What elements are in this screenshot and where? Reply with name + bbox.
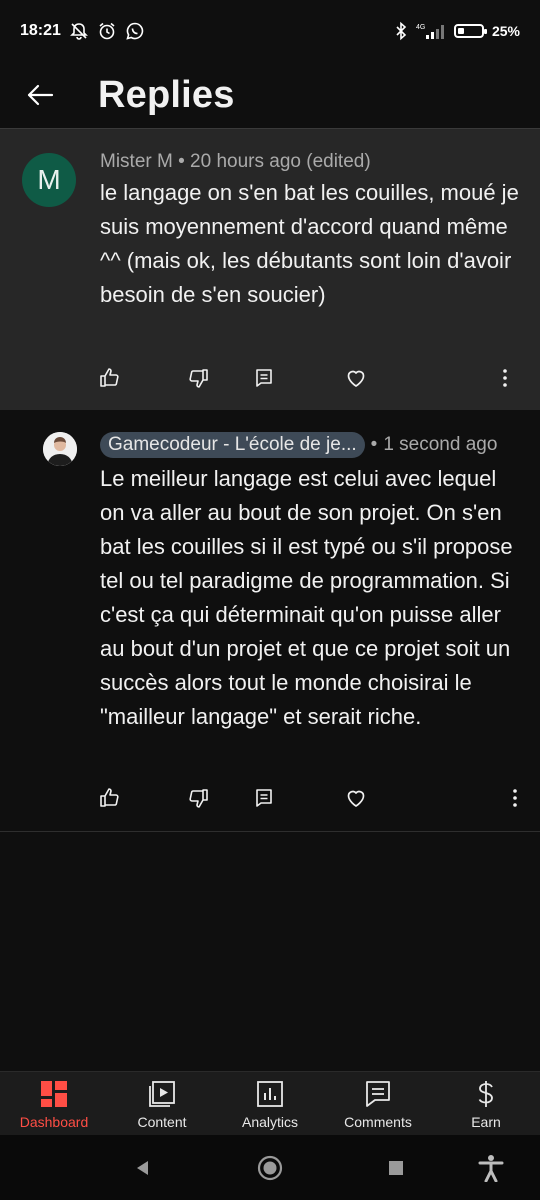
meta-separator: • (178, 151, 185, 172)
status-bar: 18:21 4G 25% (0, 0, 540, 62)
status-left: 18:21 (20, 21, 145, 41)
nav-label: Dashboard (19, 1114, 89, 1130)
reply-comment: Gamecodeur - L'école de je... • 1 second… (0, 411, 540, 831)
bottom-nav: Dashboard Content Analytics Comments Ear… (0, 1071, 540, 1136)
nav-label: Content (137, 1114, 187, 1130)
nav-analytics[interactable]: Analytics (216, 1072, 324, 1136)
reply-icon (256, 369, 272, 387)
alarm-icon (97, 21, 117, 41)
accessibility-icon (478, 1155, 504, 1182)
system-home-button[interactable] (255, 1153, 285, 1183)
system-nav-bar (0, 1135, 540, 1200)
reply-button[interactable] (251, 365, 277, 391)
notifications-off-icon (69, 21, 89, 41)
whatsapp-icon (125, 21, 145, 41)
nav-label: Earn (471, 1114, 501, 1130)
app-header: Replies (0, 62, 540, 128)
avatar[interactable]: M (22, 153, 76, 207)
avatar-photo (43, 432, 77, 466)
more-vertical-icon (503, 369, 507, 387)
meta-separator: • (370, 434, 378, 455)
system-recents-button[interactable] (381, 1153, 411, 1183)
content-icon (149, 1081, 175, 1107)
nav-dashboard[interactable]: Dashboard (0, 1072, 108, 1136)
heart-icon (347, 790, 365, 807)
thumbs-down-icon (189, 789, 208, 808)
nav-earn[interactable]: Earn (432, 1072, 540, 1136)
dislike-button[interactable] (185, 365, 211, 391)
parent-comment: M Mister M • 20 hours ago (edited) le la… (0, 129, 540, 410)
dashboard-icon (41, 1081, 67, 1107)
comment-text: Le meilleur langage est celui avec leque… (100, 466, 513, 729)
triangle-back-icon (137, 1161, 148, 1175)
battery-percent: 25% (491, 23, 520, 39)
like-button[interactable] (97, 785, 123, 811)
like-button[interactable] (97, 365, 123, 391)
reply-button[interactable] (251, 785, 277, 811)
earn-icon (478, 1081, 493, 1107)
thumbs-up-icon (100, 788, 119, 807)
nav-label: Analytics (241, 1114, 299, 1130)
square-recents-icon (389, 1161, 403, 1175)
analytics-icon (257, 1081, 283, 1107)
accessibility-button[interactable] (476, 1153, 506, 1183)
comment-divider (0, 831, 540, 832)
heart-icon (347, 370, 365, 387)
network-label: 4G (416, 24, 425, 31)
comment-author-chip[interactable]: Gamecodeur - L'école de je... (100, 432, 365, 458)
comment-time: 1 second ago (383, 434, 498, 455)
status-right: 4G 25% (394, 21, 520, 41)
nav-comments[interactable]: Comments (324, 1072, 432, 1136)
more-options-button[interactable] (502, 785, 528, 811)
dislike-button[interactable] (185, 785, 211, 811)
comment-meta: Gamecodeur - L'école de je... • 1 second… (100, 432, 497, 458)
avatar[interactable] (43, 432, 77, 466)
more-options-button[interactable] (492, 365, 518, 391)
signal-icon: 4G (416, 21, 446, 41)
comment-meta: Mister M • 20 hours ago (edited) (100, 151, 371, 173)
comment-actions (0, 361, 540, 395)
system-back-button[interactable] (128, 1153, 158, 1183)
back-button[interactable] (20, 75, 60, 115)
comment-actions (0, 781, 540, 815)
bluetooth-icon (394, 21, 408, 41)
heart-button[interactable] (343, 365, 369, 391)
nav-label: Comments (344, 1114, 412, 1130)
status-time: 18:21 (20, 22, 61, 39)
nav-content[interactable]: Content (108, 1072, 216, 1136)
battery-icon (453, 24, 487, 38)
back-arrow-icon (27, 84, 54, 106)
reply-icon (256, 789, 272, 807)
comment-text: le langage on s'en bat les couilles, mou… (100, 180, 519, 307)
comments-icon (366, 1081, 390, 1107)
page-title: Replies (98, 73, 235, 116)
home-circle-icon (257, 1155, 283, 1181)
comment-time: 20 hours ago (edited) (190, 151, 371, 172)
thumbs-down-icon (189, 369, 208, 388)
heart-button[interactable] (343, 785, 369, 811)
comment-author[interactable]: Mister M (100, 151, 173, 172)
thumbs-up-icon (100, 368, 119, 387)
more-vertical-icon (513, 789, 517, 807)
